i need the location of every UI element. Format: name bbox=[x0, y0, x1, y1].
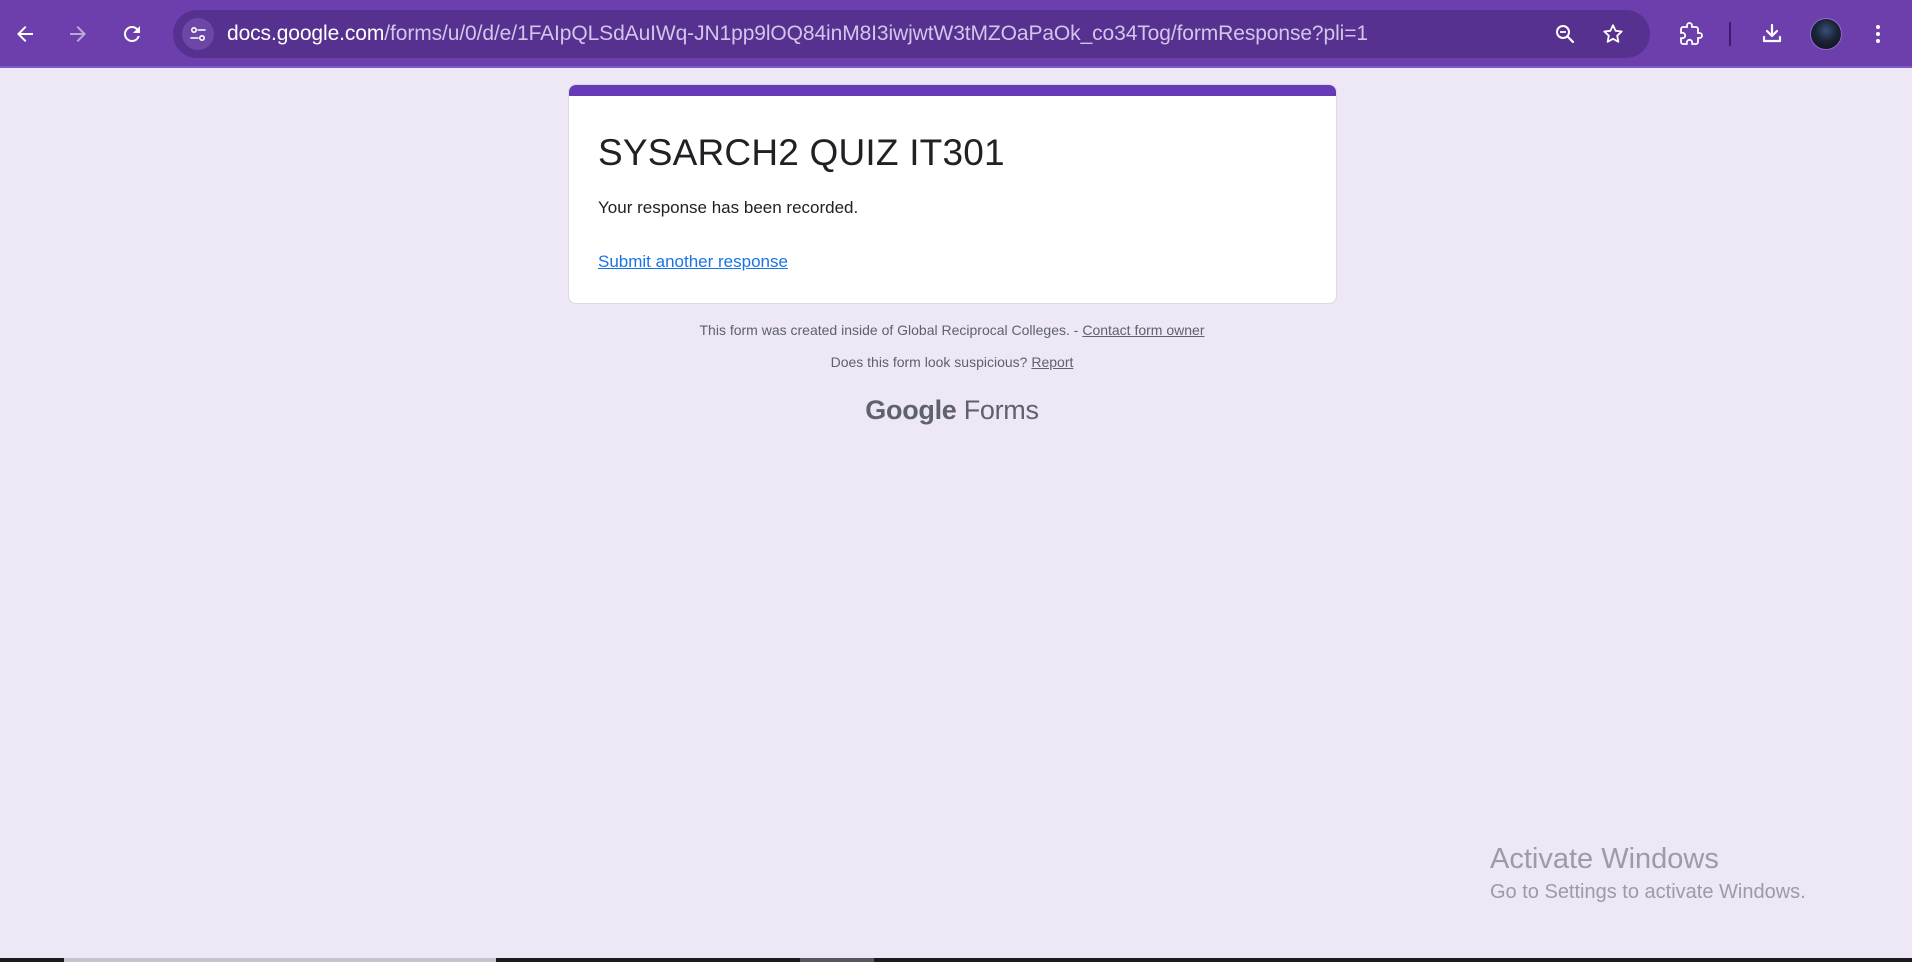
footer-suspicious-text: Does this form look suspicious? bbox=[830, 354, 1032, 370]
zoom-out-icon bbox=[1556, 25, 1575, 44]
puzzle-icon bbox=[1680, 22, 1703, 45]
watermark-subtitle: Go to Settings to activate Windows. bbox=[1490, 880, 1806, 903]
browser-menu-button[interactable] bbox=[1858, 14, 1898, 54]
download-icon bbox=[1762, 23, 1782, 43]
url-text[interactable]: docs.google.com/forms/u/0/d/e/1FAIpQLSdA… bbox=[227, 10, 1368, 58]
arrow-right-icon bbox=[70, 26, 86, 42]
tune-icon bbox=[190, 26, 206, 42]
arrow-left-icon bbox=[17, 26, 33, 42]
bookmark-button[interactable] bbox=[1601, 22, 1625, 46]
toolbar-divider bbox=[1729, 22, 1731, 46]
card-accent-bar bbox=[569, 85, 1336, 96]
watermark-title: Activate Windows bbox=[1490, 843, 1719, 875]
form-response-card: SYSARCH2 QUIZ IT301 Your response has be… bbox=[568, 84, 1337, 304]
url-host: docs.google.com bbox=[227, 22, 385, 45]
zoom-button[interactable] bbox=[1553, 22, 1577, 46]
url-path: /forms/u/0/d/e/1FAIpQLSdAuIWq-JN1pp9lOQ8… bbox=[384, 22, 1368, 45]
taskbar-segment bbox=[64, 958, 496, 962]
footer-created-text: This form was created inside of Global R… bbox=[699, 322, 1083, 338]
google-forms-logo[interactable]: Google Forms bbox=[0, 395, 1904, 426]
downloads-button[interactable] bbox=[1752, 14, 1792, 54]
taskbar-segment bbox=[800, 958, 874, 962]
address-bar[interactable]: docs.google.com/forms/u/0/d/e/1FAIpQLSdA… bbox=[173, 10, 1650, 58]
browser-toolbar: docs.google.com/forms/u/0/d/e/1FAIpQLSdA… bbox=[0, 0, 1912, 68]
taskbar-edge bbox=[0, 958, 1912, 962]
brand-google: Google bbox=[865, 395, 957, 425]
contact-form-owner-link[interactable]: Contact form owner bbox=[1082, 322, 1204, 338]
confirmation-message: Your response has been recorded. bbox=[598, 198, 859, 217]
star-icon bbox=[1603, 24, 1623, 43]
brand-forms: Forms bbox=[963, 395, 1039, 425]
reload-button[interactable] bbox=[112, 14, 152, 54]
form-title: SYSARCH2 QUIZ IT301 bbox=[598, 132, 1005, 173]
site-info-button[interactable] bbox=[182, 18, 214, 50]
forward-button[interactable] bbox=[58, 14, 98, 54]
activate-windows-watermark: Activate Windows Go to Settings to activ… bbox=[1490, 842, 1806, 904]
back-button[interactable] bbox=[5, 14, 45, 54]
profile-avatar[interactable] bbox=[1810, 18, 1842, 50]
footer-report-line: Does this form look suspicious? Report bbox=[0, 354, 1904, 370]
report-link[interactable]: Report bbox=[1031, 354, 1073, 370]
more-vert-icon bbox=[1876, 25, 1880, 43]
reload-icon bbox=[123, 25, 140, 42]
extensions-button[interactable] bbox=[1671, 14, 1711, 54]
submit-another-response-link[interactable]: Submit another response bbox=[598, 252, 788, 272]
footer-created-line: This form was created inside of Global R… bbox=[0, 322, 1904, 338]
